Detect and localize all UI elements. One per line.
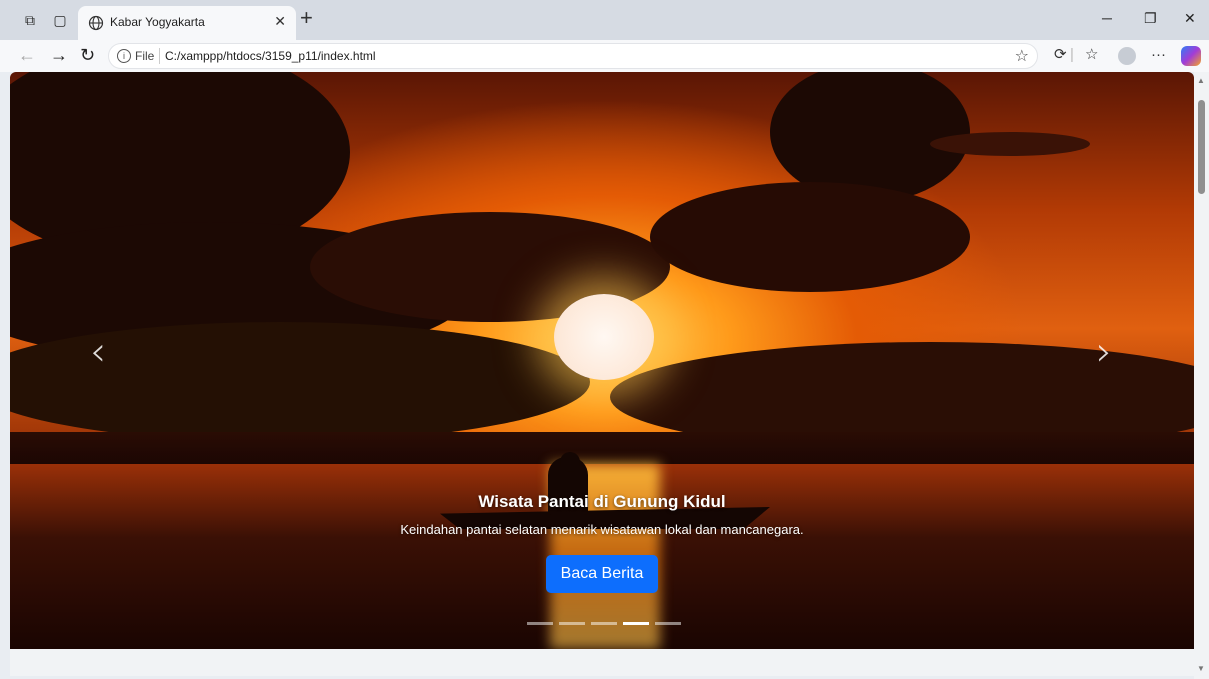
restore-icon[interactable]: ❐ [1144, 10, 1157, 27]
horizon-band [10, 432, 1194, 468]
vertical-tabs-icon[interactable]: ▢ [52, 12, 68, 28]
forward-arrow-icon[interactable]: → [50, 45, 68, 65]
star-icon[interactable]: ☆ [1015, 46, 1029, 66]
address-bar[interactable]: i File C:/xamppp/htdocs/3159_p11/index.h… [108, 43, 1038, 69]
page-viewport: ‹ › Wisata Pantai di Gunung Kidul Keinda… [10, 72, 1194, 676]
hero-carousel: ‹ › Wisata Pantai di Gunung Kidul Keinda… [10, 72, 1194, 649]
close-window-icon[interactable]: ✕ [1184, 10, 1196, 27]
info-icon[interactable]: i [117, 49, 131, 63]
scroll-up-icon[interactable]: ▲ [1197, 76, 1205, 85]
back-arrow-icon[interactable]: ← [18, 45, 36, 65]
carousel-indicator-4[interactable] [623, 622, 649, 625]
new-tab-button[interactable]: + [300, 6, 313, 30]
read-news-button[interactable]: Baca Berita [545, 555, 659, 593]
carousel-caption: Wisata Pantai di Gunung Kidul Keindahan … [310, 492, 894, 593]
carousel-next-icon[interactable]: › [1096, 330, 1112, 374]
favorites-icon[interactable]: ☆ [1085, 46, 1098, 64]
tab-title: Kabar Yogyakarta [110, 15, 205, 29]
close-tab-icon[interactable]: ✕ [274, 13, 286, 30]
cloud-shape [930, 132, 1090, 156]
tab-kabar-yogyakarta[interactable]: Kabar Yogyakarta ✕ [78, 6, 296, 40]
slide-text: Keindahan pantai selatan menarik wisataw… [400, 522, 804, 537]
url-text[interactable]: C:/xamppp/htdocs/3159_p11/index.html [165, 49, 376, 63]
divider: | [1070, 46, 1074, 63]
browser-toolbar: ← → ↻ i File C:/xamppp/htdocs/3159_p11/i… [0, 40, 1209, 72]
extensions-icon[interactable]: ⟳ [1054, 46, 1067, 64]
tab-strip: ⧉ ▢ Kabar Yogyakarta ✕ + ─ ❐ ✕ [0, 0, 1209, 40]
sun-shape [554, 294, 654, 380]
refresh-icon[interactable]: ↻ [80, 45, 95, 65]
slide-title: Wisata Pantai di Gunung Kidul [478, 492, 726, 511]
page-scrollbar[interactable]: ▲ ▼ [1194, 72, 1209, 679]
workspaces-icon[interactable]: ⧉ [22, 12, 38, 28]
carousel-indicator-2[interactable] [559, 622, 585, 625]
divider [159, 48, 160, 64]
scroll-down-icon[interactable]: ▼ [1197, 664, 1205, 673]
more-options-icon[interactable]: ··· [1151, 46, 1166, 64]
cloud-shape [650, 182, 970, 292]
globe-icon [88, 15, 104, 31]
avatar[interactable] [1118, 47, 1136, 65]
carousel-indicator-3[interactable] [591, 622, 617, 625]
url-scheme: File [135, 49, 155, 63]
carousel-indicator-1[interactable] [527, 622, 553, 625]
carousel-indicators [527, 622, 687, 626]
minimize-icon[interactable]: ─ [1102, 10, 1112, 26]
scrollbar-thumb[interactable] [1198, 100, 1205, 194]
carousel-indicator-5[interactable] [655, 622, 681, 625]
copilot-icon[interactable] [1181, 46, 1201, 66]
carousel-prev-icon[interactable]: ‹ [90, 330, 106, 374]
person-head-silhouette [560, 452, 580, 472]
